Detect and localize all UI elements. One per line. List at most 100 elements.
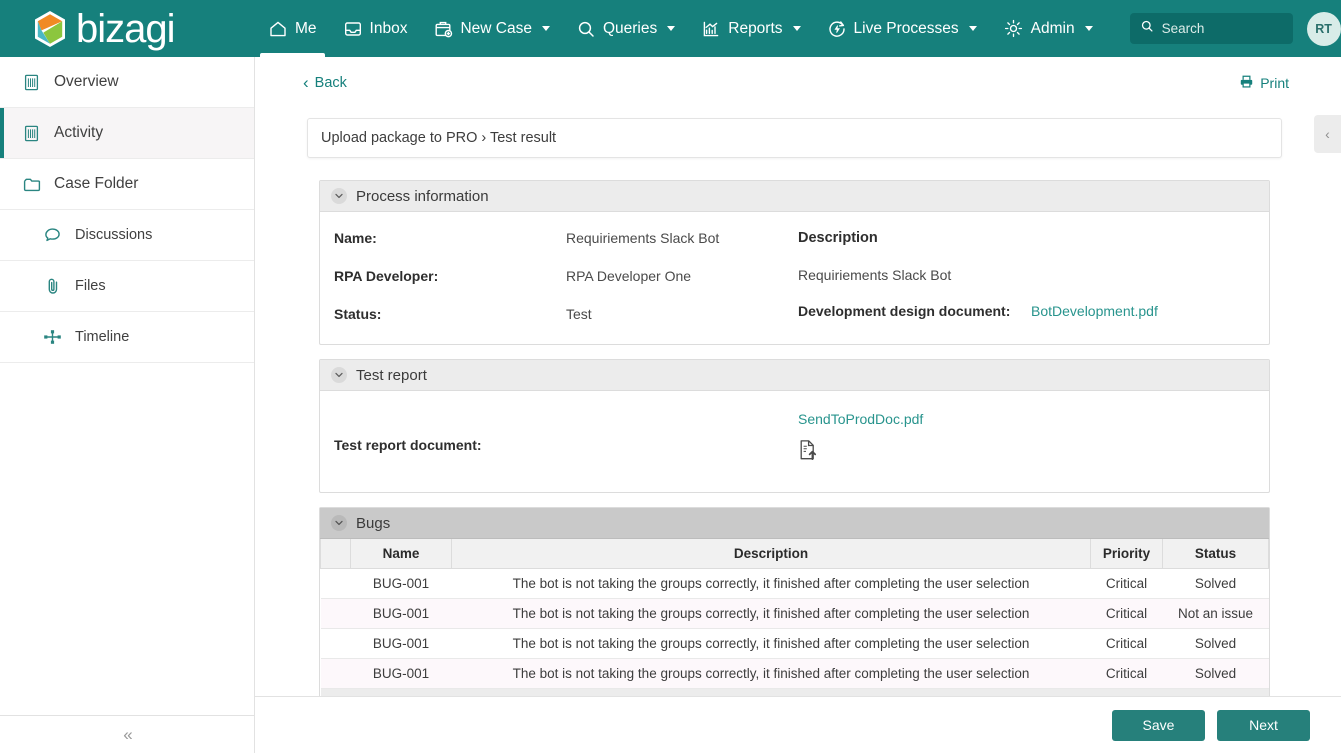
nav-item-label: Me [295,19,317,37]
content-header: ‹ Back Print [255,57,1341,108]
description-value: Requiriements Slack Bot [798,267,952,283]
sidebar-item-overview[interactable]: Overview [0,57,254,108]
cell-status: Not an issue [1162,598,1269,629]
print-button[interactable]: Print [1239,74,1321,92]
chevron-down-icon [968,26,977,31]
table-row[interactable]: BUG-001 The bot is not taking the groups… [320,598,1269,629]
column-header-priority[interactable]: Priority [1090,539,1163,569]
nav-item-label: Admin [1030,19,1075,37]
printer-icon [1239,74,1254,92]
test-report-document-area: SendToProdDoc.pdf [798,411,923,466]
sidebar-item-timeline[interactable]: Timeline [0,312,254,363]
sidebar-item-case-folder[interactable]: Case Folder [0,159,254,210]
search-icon [576,19,596,39]
field-label: Status: [334,306,382,322]
field-label: RPA Developer: [334,268,439,284]
breadcrumb-text: Upload package to PRO › Test result [321,130,557,146]
column-header-status[interactable]: Status [1162,539,1269,569]
section-title: Process information [356,187,489,205]
chevron-left-icon: ‹ [1325,126,1330,142]
chevron-double-left-icon: « [123,724,133,744]
row-gutter [320,628,351,659]
table-header-row: Name Description Priority Status [320,539,1269,569]
cell-status: Solved [1162,568,1269,599]
column-gutter [320,539,351,569]
nav-item-inbox[interactable]: Inbox [330,0,421,57]
column-header-name[interactable]: Name [350,539,452,569]
field-status: Status: Test [334,306,798,322]
nav-item-admin[interactable]: Admin [990,0,1106,57]
chevron-down-icon [331,367,347,383]
sidebar-item-label: Overview [54,73,119,90]
paperclip-icon [43,277,62,295]
avatar[interactable]: RT [1306,11,1341,46]
chat-bubble-icon [43,227,62,243]
field-value: RPA Developer One [566,268,692,284]
inbox-icon [343,19,363,39]
test-report-body: Test report document: SendToProdDoc.pdf [320,391,1269,492]
nav-item-label: Inbox [369,19,408,37]
sidebar-item-label: Activity [54,124,104,141]
top-nav-items: Me Inbox New Case Queries Reports Live P… [255,0,1106,57]
content-scroll-area: Upload package to PRO › Test result Proc… [255,108,1341,753]
nav-item-label: Queries [602,19,658,37]
search-input[interactable] [1161,21,1283,36]
sidebar-item-label: Discussions [75,227,153,243]
nav-item-live-processes[interactable]: Live Processes [814,0,990,57]
brand-logo[interactable]: bizagi [0,9,255,49]
design-document-link[interactable]: BotDevelopment.pdf [1031,303,1158,319]
sidebar-item-activity[interactable]: Activity [0,108,254,159]
document-upload-icon[interactable] [798,439,923,466]
test-report-document-link[interactable]: SendToProdDoc.pdf [798,411,923,427]
next-button[interactable]: Next [1217,709,1310,741]
document-lines-icon [22,125,41,142]
process-information-header[interactable]: Process information [320,181,1269,212]
breadcrumb: Upload package to PRO › Test result [307,118,1282,158]
nav-item-label: New Case [460,19,532,37]
test-report-document-label: Test report document: [334,437,482,453]
gear-icon [1003,18,1024,39]
process-description-column: Description Requiriements Slack Bot Deve… [798,230,1269,322]
bugs-header[interactable]: Bugs [320,508,1269,539]
field-name: Name: Requiriements Slack Bot [334,230,798,246]
test-report-header[interactable]: Test report [320,360,1269,391]
avatar-initials: RT [1315,21,1332,36]
row-gutter [320,598,351,629]
cell-status: Solved [1162,628,1269,659]
sidebar-collapse-button[interactable]: « [0,715,254,753]
nav-item-queries[interactable]: Queries [563,0,688,57]
nav-item-label: Live Processes [853,19,959,37]
sidebar: Overview Activity Case Folder Discussion… [0,57,255,753]
description-label: Description [798,230,878,246]
section-title: Test report [356,366,427,384]
nav-item-label: Reports [728,19,783,37]
save-button[interactable]: Save [1112,709,1205,741]
home-icon [268,19,288,39]
field-value: Requiriements Slack Bot [566,230,720,246]
cell-priority: Critical [1090,628,1163,659]
chevron-down-icon [1084,26,1093,31]
cell-priority: Critical [1090,598,1163,629]
bugs-table: Name Description Priority Status BUG-001… [320,539,1269,719]
cell-description: The bot is not taking the groups correct… [451,568,1091,599]
nav-item-reports[interactable]: Reports [688,0,813,57]
bizagi-hexagon-icon [35,10,65,47]
table-row[interactable]: BUG-001 The bot is not taking the groups… [320,568,1269,599]
field-rpa-developer: RPA Developer: RPA Developer One [334,268,798,284]
back-button[interactable]: ‹ Back [303,73,347,93]
sidebar-item-files[interactable]: Files [0,261,254,312]
design-document-row: Development design document: BotDevelopm… [798,303,1269,319]
right-panel-toggle[interactable]: ‹ [1314,115,1341,153]
table-row[interactable]: BUG-001 The bot is not taking the groups… [320,658,1269,689]
table-row[interactable]: BUG-001 The bot is not taking the groups… [320,628,1269,659]
nav-item-new-case[interactable]: New Case [420,0,563,57]
new-case-icon [433,19,453,39]
sidebar-item-discussions[interactable]: Discussions [0,210,254,261]
back-label: Back [314,74,347,91]
live-processes-icon [827,19,847,39]
nav-item-me[interactable]: Me [255,0,330,57]
column-header-description[interactable]: Description [451,539,1091,569]
cell-description: The bot is not taking the groups correct… [451,598,1091,629]
global-search[interactable] [1129,13,1293,44]
process-fields-column: Name: Requiriements Slack Bot RPA Develo… [320,230,798,322]
